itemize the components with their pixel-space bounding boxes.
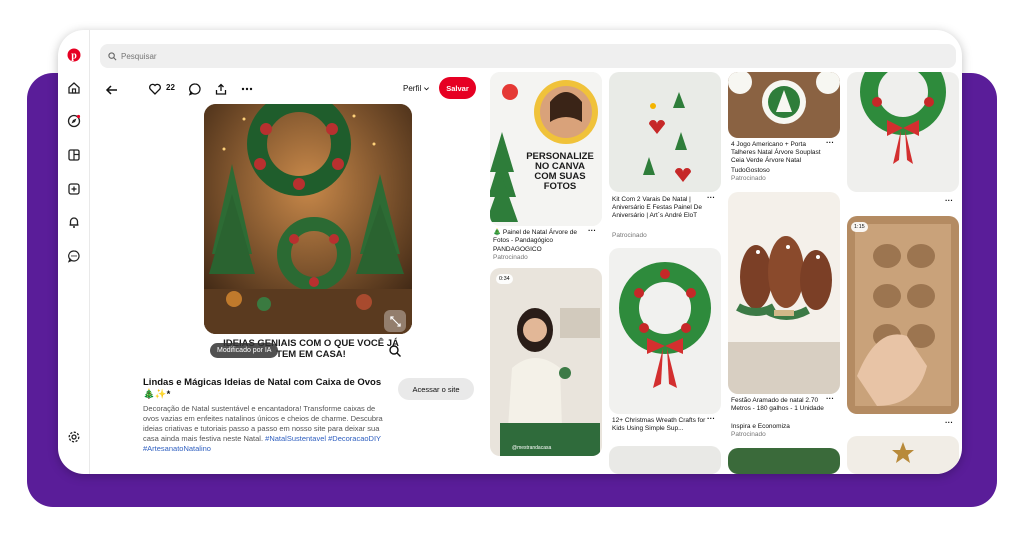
video-duration-badge: 0:34 — [496, 274, 513, 284]
heart-icon[interactable] — [148, 82, 162, 96]
chevron-down-icon — [424, 87, 430, 91]
feed-pin-tile[interactable] — [728, 192, 840, 394]
visual-search-button[interactable] — [388, 344, 402, 358]
visit-site-button[interactable]: Acessar o site — [398, 378, 474, 400]
home-icon[interactable] — [67, 81, 81, 95]
christmas-egg-carton-crafts-image — [204, 104, 412, 334]
arrow-left-icon — [105, 85, 117, 95]
tile-more-icon[interactable]: ··· — [945, 196, 953, 205]
tile-sponsored-label: Patrocinado — [493, 254, 528, 261]
egg-carton-hand-video-image — [847, 216, 959, 414]
tile-banner-text: PERSONALIZE NO CANVA COM SUAS FOTOS — [520, 152, 600, 192]
expand-button[interactable] — [384, 310, 406, 332]
tile-more-icon[interactable]: ··· — [826, 394, 834, 403]
tile-sponsored-label: Patrocinado — [731, 175, 766, 182]
feed-pin-tile[interactable] — [609, 248, 721, 414]
like-count: 22 — [166, 83, 175, 92]
tile-title[interactable]: 12+ Christmas Wreath Crafts for Kids Usi… — [612, 417, 708, 433]
feed-pin-tile[interactable] — [609, 72, 721, 192]
sidebar: p — [58, 30, 90, 474]
star-ornament-image — [892, 442, 914, 463]
photo-tree-panel-image — [490, 72, 602, 226]
search-bar[interactable] — [100, 44, 956, 68]
tile-more-icon[interactable]: ··· — [826, 138, 834, 147]
tile-author[interactable]: Inspira e Economiza — [731, 423, 790, 430]
feed-pin-tile[interactable] — [609, 446, 721, 474]
comment-icon[interactable] — [188, 82, 202, 96]
visual-search-icon — [389, 345, 401, 357]
pin-toolbar: 22 Perfil Salvar — [136, 72, 483, 106]
tile-more-icon[interactable]: ··· — [707, 414, 715, 423]
woman-crafting-video-image — [490, 268, 602, 456]
christmas-garland-image — [609, 72, 721, 192]
pin-detail-card: 22 Perfil Salvar IDEIAS GENIAIS COM O QU… — [136, 72, 483, 474]
more-options-icon[interactable] — [240, 82, 254, 96]
profile-select[interactable]: Perfil — [403, 84, 430, 93]
tile-more-icon[interactable]: ··· — [945, 418, 953, 427]
back-button[interactable] — [104, 82, 120, 98]
pin-title: Lindas e Mágicas Ideias de Natal com Cai… — [143, 377, 382, 400]
feed-pin-tile[interactable] — [728, 448, 840, 474]
feed-pin-tile[interactable] — [847, 436, 959, 474]
settings-gear-icon[interactable] — [67, 430, 81, 444]
create-icon[interactable] — [67, 182, 81, 196]
pinecone-decoration-image — [728, 192, 840, 394]
pin-description: Decoração de Natal sustentável e encanta… — [143, 404, 393, 454]
tile-author[interactable]: PANDAGOGICO — [493, 246, 542, 253]
boards-icon[interactable] — [67, 148, 81, 162]
messages-icon[interactable] — [67, 249, 81, 263]
search-icon — [108, 51, 117, 60]
tile-sponsored-label: Patrocinado — [612, 232, 647, 239]
ai-modified-badge: Modificado por IA — [210, 343, 279, 358]
save-button[interactable]: Salvar — [439, 77, 476, 99]
feed-pin-tile[interactable] — [728, 72, 840, 138]
tile-more-icon[interactable]: ··· — [707, 193, 715, 202]
expand-icon — [389, 315, 401, 327]
notifications-bell-icon[interactable] — [67, 215, 81, 229]
pinterest-logo-icon[interactable]: p — [67, 48, 81, 62]
egg-carton-wreath-image — [609, 248, 721, 414]
pin-image[interactable] — [204, 104, 412, 334]
feed-pin-tile[interactable] — [847, 72, 959, 192]
green-wreath-image — [847, 72, 959, 192]
profile-select-label: Perfil — [403, 84, 422, 93]
tile-author[interactable]: TudoGostoso — [731, 167, 770, 174]
tile-banner-line: FOTOS — [543, 181, 577, 192]
christmas-placemat-image — [728, 72, 840, 138]
feed-pin-tile[interactable]: 1:15 — [847, 216, 959, 414]
tile-title[interactable]: Kit Com 2 Varais De Natal | Aniversário … — [612, 196, 708, 220]
tile-sponsored-label: Patrocinado — [731, 431, 766, 438]
video-duration-badge: 1:15 — [851, 222, 868, 232]
search-input[interactable] — [121, 51, 421, 61]
tile-more-icon[interactable]: ··· — [588, 226, 596, 235]
tile-title[interactable]: Festão Aramado de natal 2.70 Metros - 18… — [731, 397, 827, 413]
tile-title[interactable]: 🎄 Painel de Natal Árvore de Fotos - Pand… — [493, 229, 589, 245]
svg-text:p: p — [71, 51, 77, 62]
feed-pin-tile[interactable]: 0:34 @mestrandacasa — [490, 268, 602, 456]
tile-title[interactable]: 4 Jogo Americano + Porta Talheres Natal … — [731, 141, 827, 165]
share-icon[interactable] — [214, 82, 228, 96]
app-window: p Pesquisar 22 Perfil Salvar IDEIAS GENI… — [58, 30, 962, 474]
feed-pin-tile[interactable]: PERSONALIZE NO CANVA COM SUAS FOTOS — [490, 72, 602, 226]
explore-icon[interactable] — [67, 114, 81, 128]
tile-watermark: @mestrandacasa — [512, 445, 552, 451]
